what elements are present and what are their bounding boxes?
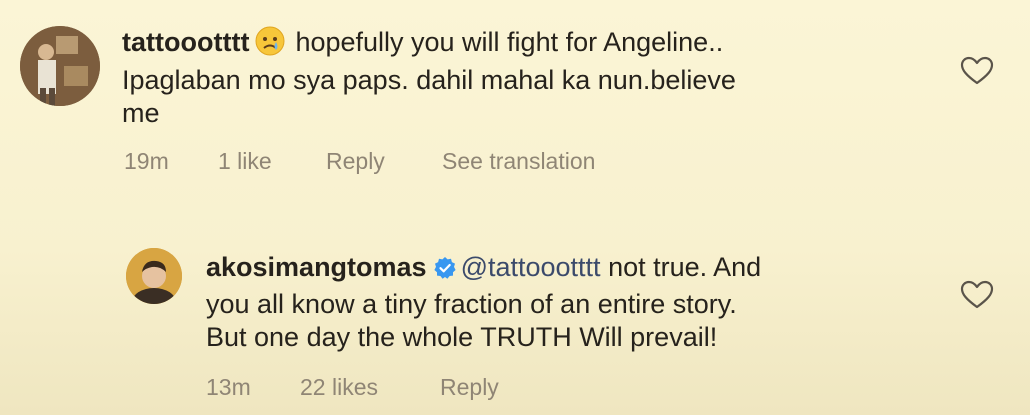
see-translation-button[interactable]: See translation	[442, 148, 595, 175]
likes-count[interactable]: 1 like	[218, 148, 272, 175]
reply-button[interactable]: Reply	[440, 374, 499, 401]
reply-meta: 13m 22 likes Reply	[206, 374, 706, 404]
avatar-tattoootttt[interactable]	[20, 26, 100, 106]
reply-text-line-2: you all know a tiny fraction of an entir…	[206, 289, 737, 319]
reply-username[interactable]: akosimangtomas	[206, 252, 427, 282]
comment-text-line-2: Ipaglaban mo sya paps. dahil mahal ka nu…	[122, 65, 736, 95]
reply-body: akosimangtomas @tattoootttt not true. And…	[206, 251, 926, 354]
mention-link[interactable]: @tattoootttt	[461, 252, 601, 282]
comment-text-line-1: hopefully you will fight for Angeline..	[295, 27, 724, 57]
reply-timestamp: 13m	[206, 374, 251, 400]
reply-text-line-3: But one day the whole TRUTH Will prevail…	[206, 322, 718, 352]
heart-outline-icon[interactable]	[960, 280, 994, 315]
comment-meta: 19m 1 like Reply See translation	[124, 148, 724, 178]
likes-count[interactable]: 22 likes	[300, 374, 378, 401]
avatar-akosimangtomas[interactable]	[126, 248, 182, 304]
verified-badge-icon	[433, 255, 457, 288]
reply-button[interactable]: Reply	[326, 148, 385, 175]
comment-text-line-3: me	[122, 98, 160, 128]
comment-timestamp: 19m	[124, 148, 169, 174]
heart-outline-icon[interactable]	[960, 56, 994, 91]
comment-username[interactable]: tattoootttt	[122, 27, 249, 57]
reply-text-line-1: not true. And	[608, 252, 762, 282]
comment-body: tattoootttt hopefully you will fight for …	[122, 26, 902, 130]
crying-face-icon	[255, 26, 285, 64]
